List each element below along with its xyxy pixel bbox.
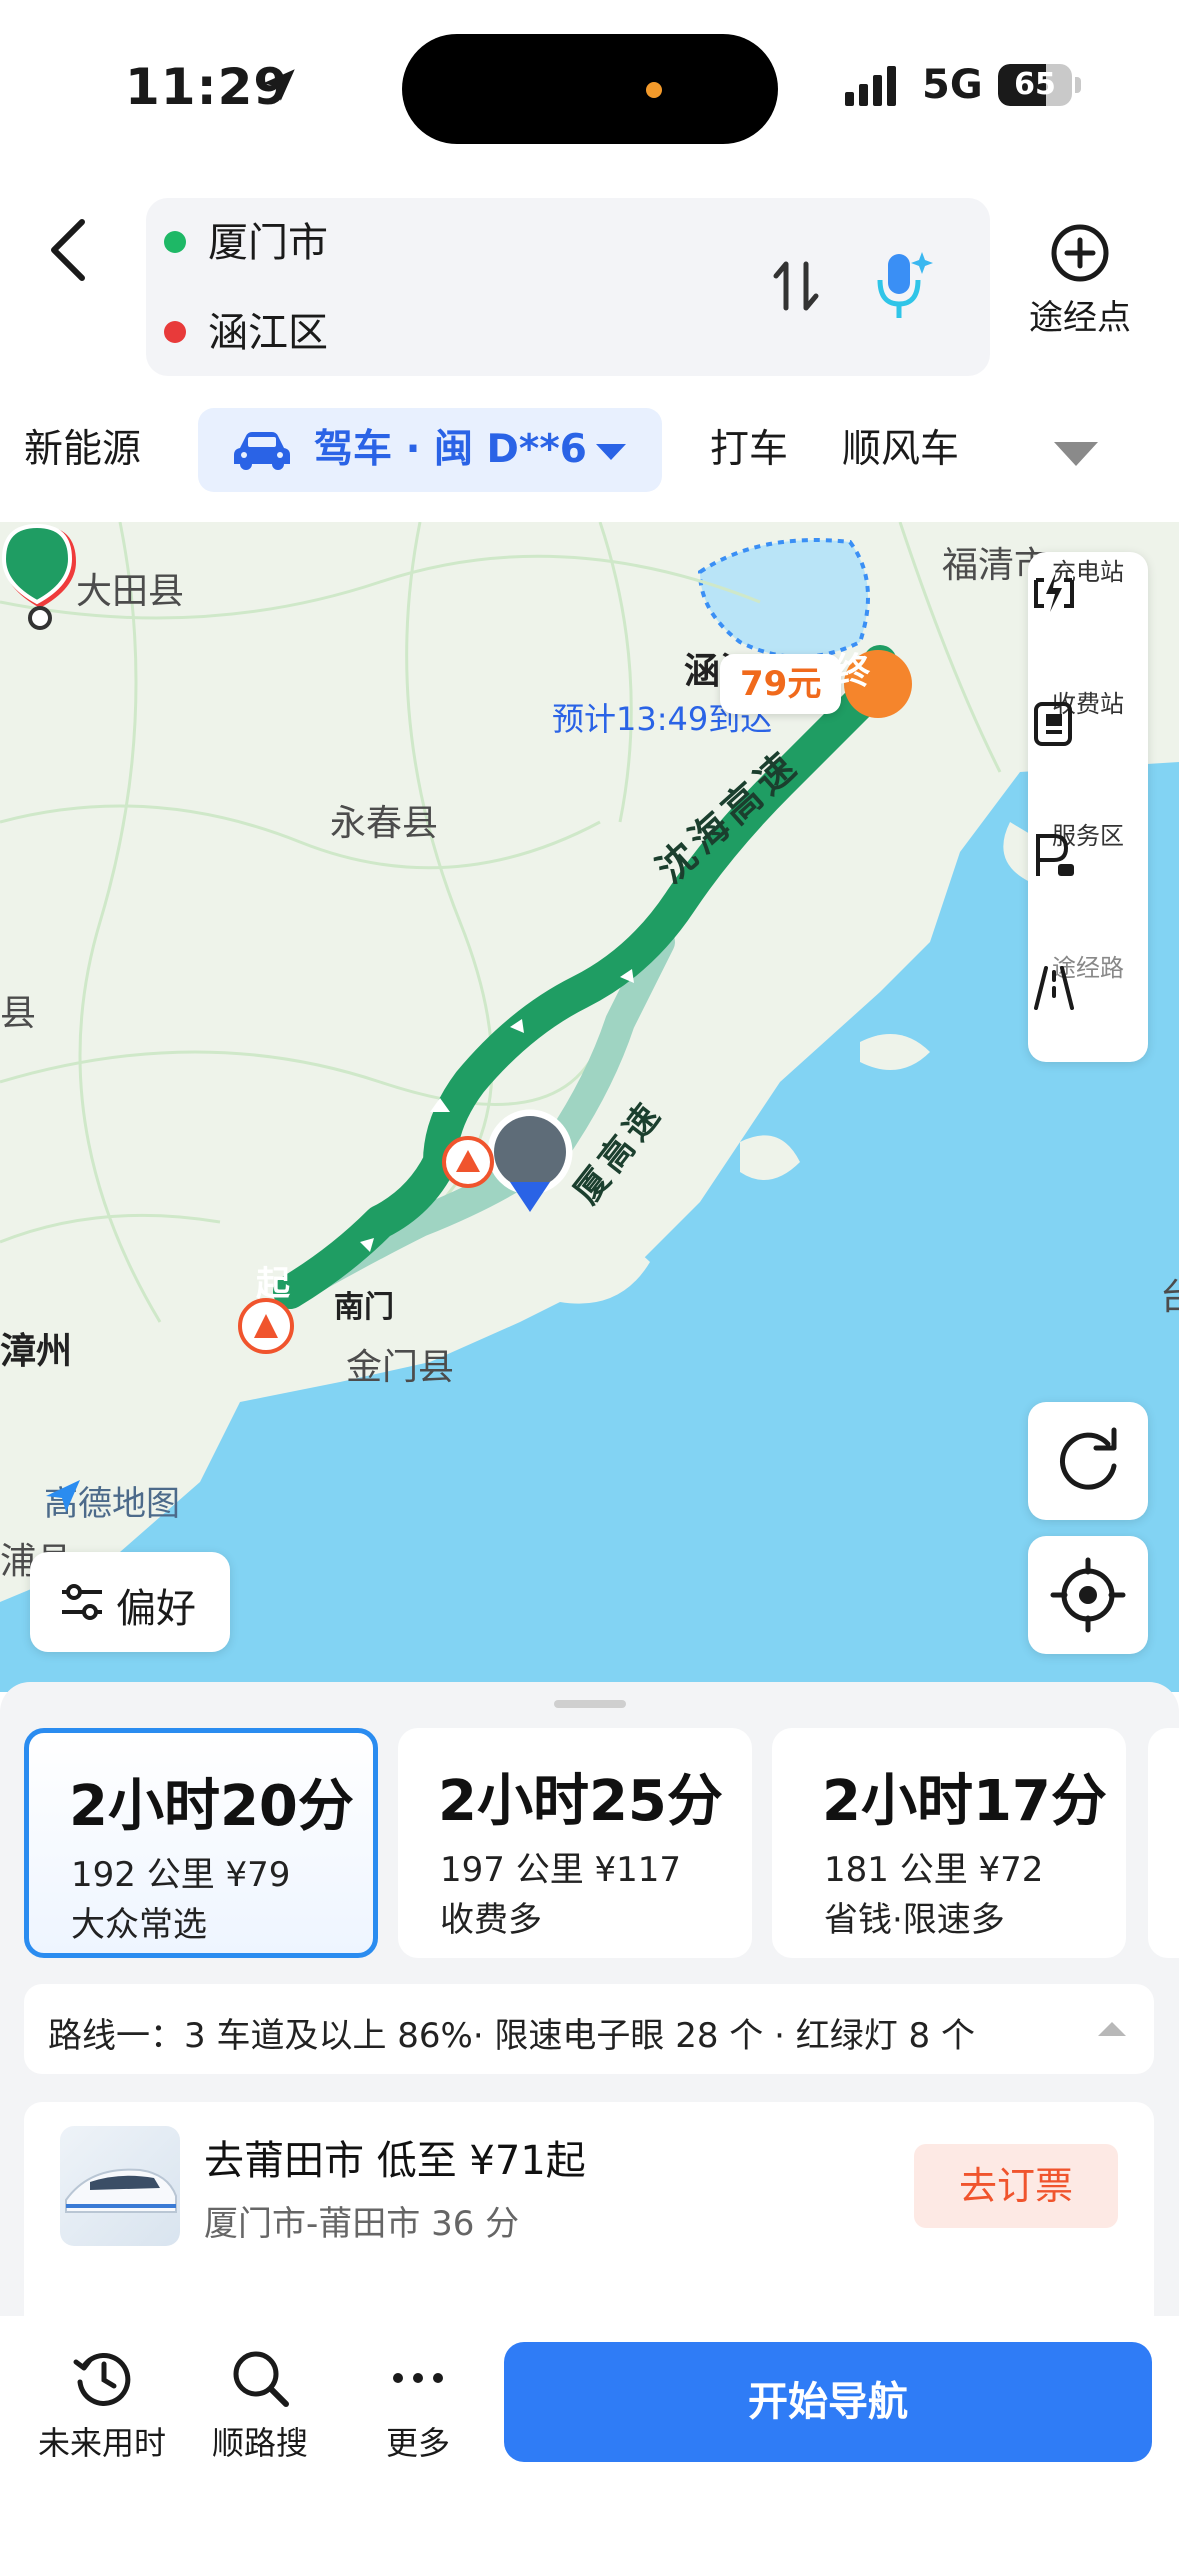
route-input-box: 厦门市 涵江区	[146, 198, 990, 376]
destination-text: 涵江区	[208, 310, 328, 356]
train-subtitle: 厦门市-莆田市 36 分	[204, 2204, 520, 2244]
route-meta: 181 公里 ¥72	[824, 1850, 1044, 1890]
route-tag: 大众常选	[71, 1905, 207, 1945]
future-time-button[interactable]: 未来用时	[22, 2346, 182, 2464]
train-image	[60, 2126, 180, 2246]
status-bar: 11:29 5G 65	[0, 0, 1179, 175]
battery-icon: 65	[998, 64, 1072, 106]
more-icon	[393, 2373, 443, 2383]
train-title: 去莆田市 低至 ¥71起	[204, 2138, 586, 2184]
refresh-icon	[1059, 1427, 1117, 1490]
preference-label: 偏好	[116, 1586, 196, 1632]
map-side-tools: 充电站 收费站 服务区 途经路	[1028, 552, 1148, 1062]
origin-field[interactable]: 厦门市	[164, 208, 328, 278]
more-button[interactable]: 更多	[338, 2346, 498, 2464]
end-marker-label: 终	[833, 651, 870, 692]
route-summary-bar[interactable]: 路线一：3 车道及以上 86%· 限速电子眼 28 个 · 红绿灯 8 个	[24, 1984, 1154, 2074]
map-label-jinmen: 金门县	[346, 1347, 455, 1388]
expand-tabs-icon[interactable]	[1052, 440, 1100, 468]
toll-icon	[1034, 702, 1072, 746]
signal-icon	[845, 66, 896, 106]
tab-new-energy[interactable]: 新能源	[24, 408, 141, 492]
route-meta: 197 公里 ¥117	[440, 1850, 682, 1890]
route-option-peek[interactable]	[1148, 1728, 1179, 1958]
chevron-down-icon	[596, 444, 626, 460]
preference-button[interactable]: 偏好	[30, 1552, 230, 1652]
clock-icon	[73, 2352, 131, 2406]
chevron-up-icon	[1098, 2022, 1126, 2036]
route-option-2[interactable]: 2小时25分 197 公里 ¥117 收费多	[398, 1728, 752, 1958]
search-along-button[interactable]: 顺路搜	[180, 2346, 340, 2464]
toll-station-button[interactable]: 收费站	[1028, 684, 1148, 814]
tab-drive-label: 驾车 · 闽 D**6	[314, 427, 587, 472]
route-meta: 192 公里 ¥79	[71, 1855, 291, 1895]
map-label-tai: 台	[1160, 1277, 1179, 1318]
waypoint-label: 途经点	[1029, 298, 1131, 338]
map-label-nanmen: 南门	[334, 1290, 394, 1325]
via-road-button[interactable]: 途经路	[1028, 948, 1148, 1078]
map-label-zhangzhou: 漳州	[0, 1331, 73, 1372]
route-option-3[interactable]: 2小时17分 181 公里 ¥72 省钱·限速多	[772, 1728, 1126, 1958]
battery-level: 65	[1014, 67, 1056, 102]
dynamic-island	[402, 34, 778, 144]
route-tag: 省钱·限速多	[824, 1900, 1005, 1940]
start-pin-icon	[1, 523, 73, 605]
add-circle-icon	[1051, 224, 1109, 282]
road-icon	[1034, 966, 1074, 1010]
route-option-1[interactable]: 2小时20分 192 公里 ¥79 大众常选	[24, 1728, 378, 1958]
car-icon	[234, 432, 290, 470]
tab-carpool[interactable]: 顺风车	[842, 408, 959, 492]
refresh-button[interactable]	[1028, 1402, 1148, 1520]
amap-logo-icon	[46, 1480, 80, 1512]
voice-input-button[interactable]	[868, 248, 934, 324]
search-along-label: 顺路搜	[211, 2424, 308, 2462]
mode-tabs: 新能源 驾车 · 闽 D**6 打车 顺风车	[0, 400, 1179, 500]
train-promo-card[interactable]: 去莆田市 低至 ¥71起 厦门市-莆田市 36 分 去订票	[24, 2102, 1154, 2332]
train-icon	[65, 2168, 177, 2213]
sliders-icon	[62, 1584, 102, 1620]
charging-station-button[interactable]: 充电站	[1028, 552, 1148, 682]
destination-dot	[164, 321, 186, 343]
map-label-datian: 大田县	[76, 571, 185, 612]
add-waypoint-button[interactable]: 途经点	[1015, 222, 1145, 352]
book-ticket-button[interactable]: 去订票	[914, 2144, 1118, 2228]
search-icon	[233, 2351, 289, 2407]
back-button[interactable]	[40, 210, 100, 290]
route-time: 2小时17分	[822, 1769, 1107, 1834]
route-map[interactable]: 大田县 福清市 涵江区 永春县 县 漳州 南门 金门县 浦县 台 预计13:49…	[0, 522, 1179, 1692]
tab-drive[interactable]: 驾车 · 闽 D**6	[198, 408, 662, 492]
route-tag: 收费多	[440, 1900, 542, 1940]
service-area-button[interactable]: 服务区	[1028, 816, 1148, 946]
battery-tip	[1075, 77, 1081, 93]
origin-dot	[164, 231, 186, 253]
locate-icon	[1050, 1557, 1126, 1633]
network-type: 5G	[922, 62, 983, 108]
location-arrow-icon	[263, 69, 295, 101]
start-marker-label: 起	[256, 1264, 290, 1304]
more-label: 更多	[385, 2424, 450, 2462]
start-navigation-button[interactable]: 开始导航	[504, 2342, 1152, 2462]
map-label-yongchun: 永春县	[330, 803, 439, 844]
future-time-label: 未来用时	[37, 2424, 166, 2462]
locate-button[interactable]	[1028, 1536, 1148, 1654]
service-area-icon	[1036, 834, 1074, 876]
map-label-xian: 县	[0, 993, 37, 1034]
charging-icon	[1034, 572, 1074, 612]
route-time: 2小时20分	[69, 1774, 354, 1839]
destination-field[interactable]: 涵江区	[164, 298, 328, 368]
tab-taxi[interactable]: 打车	[710, 408, 788, 492]
route-time: 2小时25分	[438, 1769, 723, 1834]
route-summary-text: 路线一：3 车道及以上 86%· 限速电子眼 28 个 · 红绿灯 8 个	[48, 2016, 975, 2056]
origin-text: 厦门市	[208, 220, 328, 266]
swap-route-button[interactable]	[766, 256, 826, 316]
sheet-handle[interactable]	[554, 1700, 626, 1708]
amap-logo: 高德地图	[44, 1476, 180, 1525]
bottom-action-bar: 未来用时 顺路搜 更多 开始导航	[0, 2316, 1179, 2556]
